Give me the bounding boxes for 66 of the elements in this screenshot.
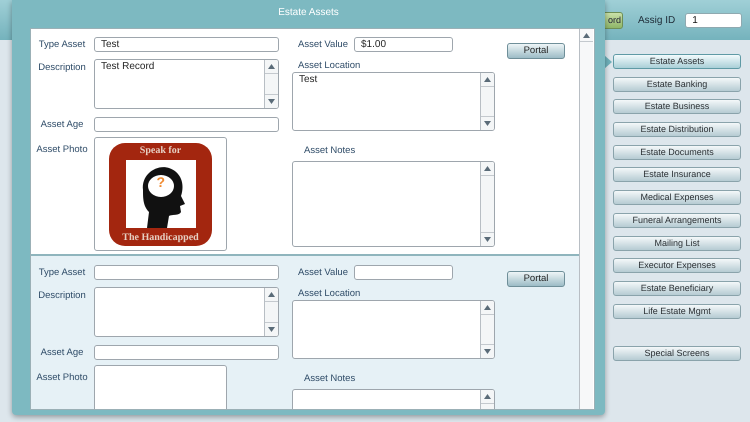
nav-button[interactable]: Estate Documents bbox=[613, 144, 741, 160]
scrollbar[interactable] bbox=[480, 162, 494, 246]
scrollbar[interactable] bbox=[579, 29, 593, 409]
scroll-down-icon[interactable] bbox=[268, 327, 275, 332]
nav-button[interactable]: Estate Beneficiary bbox=[613, 280, 741, 296]
asset-value-field[interactable] bbox=[354, 265, 453, 280]
nav-button[interactable]: Executor Expenses bbox=[613, 258, 741, 274]
asset-age-field[interactable] bbox=[94, 117, 279, 132]
nav-button[interactable]: Medical Expenses bbox=[613, 190, 741, 206]
field-label: Description bbox=[38, 62, 86, 75]
type-asset-field[interactable] bbox=[94, 265, 279, 280]
photo-field[interactable]: Speak for ? The Handicapped bbox=[94, 137, 227, 251]
nav-button[interactable]: Estate Distribution bbox=[613, 122, 741, 138]
scroll-up-icon[interactable] bbox=[484, 305, 491, 310]
nav-button[interactable]: Estate Business bbox=[613, 99, 741, 114]
nav-button[interactable]: Estate Assets bbox=[613, 54, 741, 69]
asset-value-field[interactable]: $1.00 bbox=[354, 37, 453, 52]
nav-button[interactable]: Mailing List bbox=[613, 236, 741, 250]
field-label: Asset Photo bbox=[36, 372, 88, 385]
asset-location-field[interactable]: Test bbox=[292, 72, 495, 131]
portal-button[interactable]: Portal bbox=[507, 43, 565, 59]
field-label: Asset Age bbox=[40, 346, 84, 358]
scroll-up-icon[interactable] bbox=[484, 166, 491, 171]
field-label: Description bbox=[38, 290, 86, 303]
scroll-up-icon[interactable] bbox=[484, 394, 491, 399]
field-label: Asset Age bbox=[40, 118, 84, 130]
asset-notes-field[interactable] bbox=[292, 161, 495, 247]
scroll-up-icon[interactable] bbox=[268, 64, 275, 69]
field-label: Asset Location bbox=[298, 288, 362, 300]
scroll-down-icon[interactable] bbox=[268, 99, 275, 104]
scrollbar[interactable] bbox=[264, 288, 278, 336]
scroll-up-icon[interactable] bbox=[484, 77, 491, 82]
field-label: Asset Notes bbox=[304, 145, 356, 157]
field-label: Asset Location bbox=[298, 60, 362, 72]
description-field[interactable] bbox=[94, 287, 279, 337]
record-button[interactable]: ord bbox=[603, 12, 623, 28]
window-title: Estate Assets bbox=[278, 6, 339, 20]
portal-button[interactable]: Portal bbox=[507, 271, 565, 287]
scroll-up-icon[interactable] bbox=[268, 292, 275, 297]
description-field[interactable]: Test Record bbox=[94, 59, 279, 109]
assig-id-label: Assig ID bbox=[638, 14, 676, 28]
question-mark: ? bbox=[156, 174, 166, 190]
scrollbar[interactable] bbox=[480, 73, 494, 130]
nav-button[interactable]: Special Screens bbox=[613, 346, 741, 361]
scroll-up-icon[interactable] bbox=[583, 32, 590, 38]
scrollbar[interactable] bbox=[264, 60, 278, 108]
field-label: Asset Value bbox=[298, 38, 348, 50]
field-label: Type Asset bbox=[38, 38, 86, 50]
field-label: Asset Photo bbox=[36, 144, 88, 157]
scrollbar[interactable] bbox=[480, 301, 494, 358]
scroll-down-icon[interactable] bbox=[484, 237, 491, 242]
logo-text: Speak for bbox=[140, 144, 182, 156]
nav-button[interactable]: Estate Insurance bbox=[613, 167, 741, 182]
scroll-down-icon[interactable] bbox=[484, 349, 491, 354]
nav-button[interactable]: Estate Banking bbox=[613, 76, 741, 92]
type-asset-field[interactable]: Test bbox=[94, 37, 279, 52]
nav-button[interactable]: Life Estate Mgmt bbox=[613, 304, 741, 319]
field-label: Asset Notes bbox=[304, 373, 356, 385]
nav-button[interactable]: Funeral Arrangements bbox=[613, 212, 741, 228]
asset-age-field[interactable] bbox=[94, 345, 279, 360]
scroll-down-icon[interactable] bbox=[484, 121, 491, 126]
field-label: Asset Value bbox=[298, 266, 348, 278]
assig-id-field[interactable]: 1 bbox=[685, 12, 742, 28]
logo-text: The Handicapped bbox=[122, 232, 199, 244]
field-label: Type Asset bbox=[38, 266, 86, 278]
asset-location-field[interactable] bbox=[292, 300, 495, 359]
